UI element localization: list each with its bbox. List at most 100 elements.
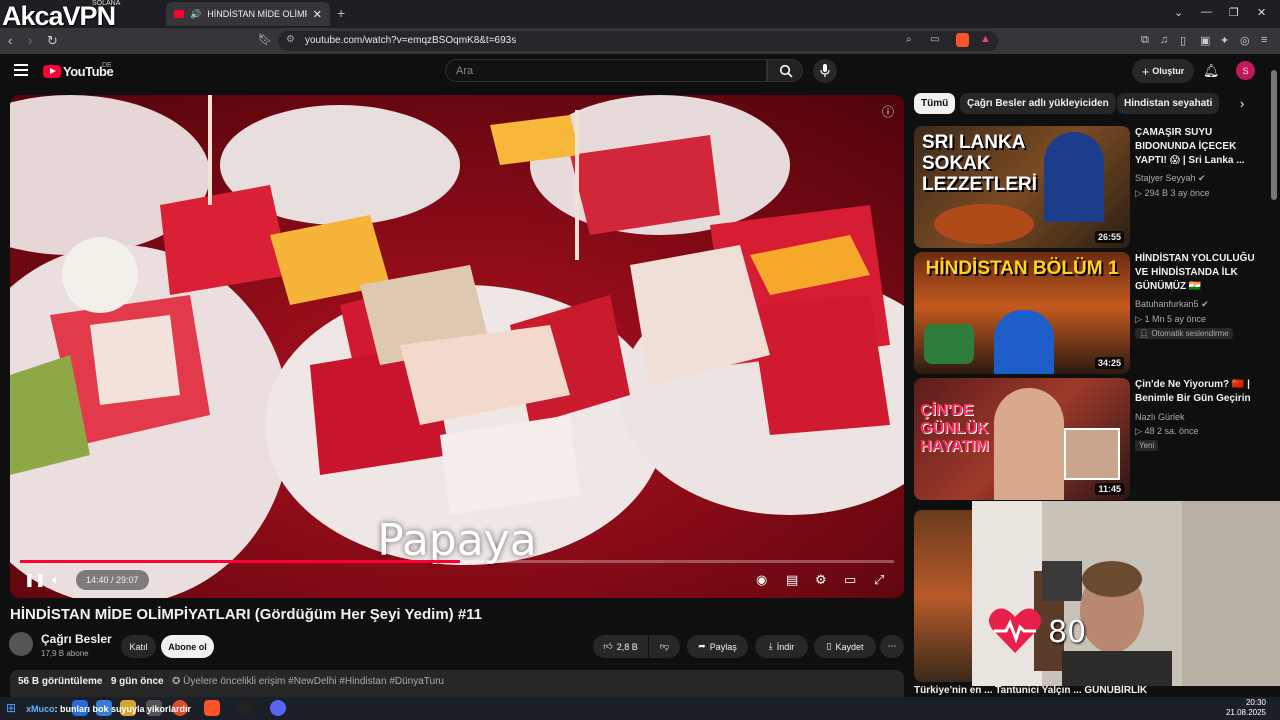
- chat-username: xMuco: [26, 704, 55, 714]
- create-button[interactable]: + Oluştur: [1132, 59, 1194, 83]
- extensions-icon[interactable]: ⧉: [1141, 34, 1149, 47]
- close-tab-icon[interactable]: ✕: [313, 8, 322, 21]
- search-icon: [779, 64, 793, 78]
- channel-avatar[interactable]: [9, 632, 33, 656]
- wallet-icon[interactable]: ▣: [1200, 34, 1210, 47]
- hashtags[interactable]: #NewDelhi #Hindistan #DünyaTuru: [288, 676, 444, 687]
- thumbnail[interactable]: SRI LANKA SOKAK LEZZETLERİ 26:55: [914, 126, 1130, 248]
- subscribe-button[interactable]: Abone ol: [161, 635, 214, 658]
- url-text[interactable]: youtube.com/watch?v=emqzBSOqmK8&t=693s: [305, 35, 516, 46]
- country-code: DE: [102, 62, 112, 69]
- search-button[interactable]: [767, 59, 803, 82]
- captions-icon[interactable]: ▤: [786, 572, 798, 588]
- obs-icon[interactable]: [238, 700, 254, 716]
- pause-icon[interactable]: ❚❚: [24, 572, 46, 588]
- back-icon[interactable]: ‹: [8, 33, 12, 48]
- bookmark-icon[interactable]: 🔖︎: [258, 33, 272, 46]
- channel-name: Nazlı Gürlek: [1135, 412, 1185, 422]
- close-window-icon[interactable]: ✕: [1257, 6, 1266, 19]
- chevron-right-icon[interactable]: ›: [1240, 96, 1244, 111]
- notifications-bell-icon[interactable]: 🔔︎: [1203, 63, 1220, 79]
- auto-dub-badge: 👤︎ Otomatik seslendirme: [1135, 328, 1233, 339]
- recommended-video-1[interactable]: SRI LANKA SOKAK LEZZETLERİ 26:55 ÇAMAŞIR…: [914, 126, 1269, 248]
- sidebar-icon[interactable]: ▯: [1180, 34, 1186, 47]
- video-title: ÇAMAŞIR SUYU BIDONUNDA İÇECEK YAPTI! 😱 |…: [1135, 127, 1245, 166]
- brave-rewards-icon[interactable]: ▲: [980, 33, 991, 45]
- cast-icon[interactable]: ▭: [930, 34, 939, 45]
- thumbnail-text: SRI LANKA SOKAK LEZZETLERİ: [922, 132, 1038, 195]
- vpn-icon[interactable]: ◎: [1240, 34, 1250, 47]
- recommended-video-3[interactable]: ÇİN'DE GÜNLÜK HAYATIM 11:45 Çin'de Ne Yi…: [914, 378, 1269, 500]
- dislike-button[interactable]: 👎︎: [649, 635, 680, 658]
- zoom-icon[interactable]: ⌕: [906, 34, 912, 45]
- browser-nav-bar: ‹ › ↻ 🔖︎ ⚙ youtube.com/watch?v=emqzBSOqm…: [0, 28, 1280, 54]
- tab-list-icon[interactable]: ⌄: [1174, 6, 1183, 19]
- system-clock[interactable]: 20:30 21.08.2025: [1226, 698, 1266, 718]
- hamburger-menu-icon[interactable]: [14, 64, 28, 76]
- share-label: Paylaş: [709, 641, 737, 652]
- progress-bar[interactable]: [20, 560, 894, 563]
- restore-icon[interactable]: ❐: [1229, 6, 1239, 19]
- media-icon[interactable]: ♫: [1160, 34, 1168, 46]
- page-scrollbar[interactable]: [1271, 70, 1277, 200]
- settings-gear-icon[interactable]: ⚙: [815, 572, 827, 588]
- discord-icon[interactable]: [270, 700, 286, 716]
- player-controls: ❚❚ 🔈︎ 14:40 / 29:07 ◉ ▤ ⚙ ▭ ⤢: [10, 565, 904, 598]
- thumbnail[interactable]: HİNDİSTAN BÖLÜM 1 34:25: [914, 252, 1130, 374]
- forward-icon[interactable]: ›: [28, 33, 32, 48]
- address-bar[interactable]: ⚙ youtube.com/watch?v=emqzBSOqmK8&t=693s…: [278, 31, 998, 51]
- leo-ai-icon[interactable]: ✦: [1220, 34, 1229, 47]
- speaker-icon: 🔊: [190, 8, 202, 19]
- channel-name[interactable]: Çağrı Besler: [41, 632, 112, 646]
- brave-shield-icon[interactable]: [956, 33, 969, 47]
- save-label: Kaydet: [835, 641, 864, 652]
- thumbnail[interactable]: ÇİN'DE GÜNLÜK HAYATIM 11:45: [914, 378, 1130, 500]
- windows-start-icon[interactable]: ⊞: [6, 701, 16, 715]
- save-button[interactable]: ▯ Kaydet: [814, 635, 876, 658]
- download-button[interactable]: ⤓ İndir: [755, 635, 808, 658]
- brave-taskbar-icon[interactable]: [204, 700, 220, 716]
- recommended-video-4-thumbnail[interactable]: [914, 510, 972, 682]
- site-info-icon[interactable]: ⚙: [286, 34, 295, 45]
- share-button[interactable]: ➦ Paylaş: [687, 635, 748, 658]
- youtube-logo-icon[interactable]: [43, 65, 61, 78]
- recommended-video-2[interactable]: HİNDİSTAN BÖLÜM 1 34:25 HİNDİSTAN YOLCUL…: [914, 252, 1269, 374]
- youtube-header: YouTube DE Ara + Oluştur 🔔︎ S: [0, 54, 1280, 88]
- video-meta: ▷ 1 Mn 5 ay önce: [1135, 314, 1206, 324]
- voice-search-button[interactable]: [813, 59, 837, 83]
- search-input[interactable]: Ara: [445, 59, 767, 82]
- progress-bar-fill: [20, 560, 461, 563]
- chat-ticker: xMuco: bunları bok suyuyla yikorlardır: [26, 704, 191, 714]
- download-label: İndir: [776, 641, 795, 652]
- like-button[interactable]: 👍︎ 2,8 B: [593, 635, 648, 658]
- thumbnail-food: [934, 204, 1034, 244]
- reload-icon[interactable]: ↻: [47, 33, 58, 49]
- account-avatar[interactable]: S: [1236, 61, 1255, 80]
- streamer-webcam: 80: [972, 501, 1280, 686]
- thumbnail-text: ÇİN'DE GÜNLÜK HAYATIM: [920, 402, 989, 455]
- theater-mode-icon[interactable]: ▭: [844, 572, 856, 588]
- menu-icon[interactable]: ≡: [1261, 34, 1267, 46]
- clock-date: 21.08.2025: [1225, 708, 1266, 717]
- new-tab-button[interactable]: +: [337, 5, 345, 21]
- video-player[interactable]: Papaya ⓘ ❚❚ 🔈︎ 14:40 / 29:07 ◉ ▤ ⚙ ▭ ⤢: [10, 95, 904, 598]
- more-actions-button[interactable]: ⋯: [880, 635, 904, 658]
- fullscreen-icon[interactable]: ⤢: [874, 572, 884, 588]
- join-button[interactable]: Katıl: [121, 635, 156, 658]
- chat-message: : bunları bok suyuyla yikorlardır: [54, 704, 192, 714]
- minimize-icon[interactable]: —: [1201, 6, 1212, 18]
- thumbs-up-icon: 👍︎: [603, 641, 613, 651]
- channel-name: Batuhanfurkan5 ✔︎: [1135, 299, 1209, 309]
- microphone-icon: [820, 64, 830, 77]
- thumbnail-person: [994, 388, 1064, 500]
- chip-all[interactable]: Tümü: [914, 93, 956, 114]
- view-count: 56 B görüntüleme: [18, 676, 103, 687]
- volume-icon[interactable]: 🔈︎: [52, 572, 60, 588]
- video-title: HİNDİSTAN MİDE OLİMPİYATLARI (Gördüğüm H…: [10, 606, 483, 623]
- autoplay-toggle-icon[interactable]: ◉: [756, 572, 767, 588]
- webcam-scene: [972, 501, 1280, 686]
- tab-youtube-video[interactable]: 🔊 HİNDİSTAN MİDE OLİMPİYATLARI ✕: [166, 2, 330, 26]
- chip-india-travel[interactable]: Hindistan seyahati: [1117, 93, 1220, 114]
- chip-channel[interactable]: Çağrı Besler adlı yükleyiciden: [960, 93, 1116, 114]
- info-icon[interactable]: ⓘ: [882, 103, 894, 120]
